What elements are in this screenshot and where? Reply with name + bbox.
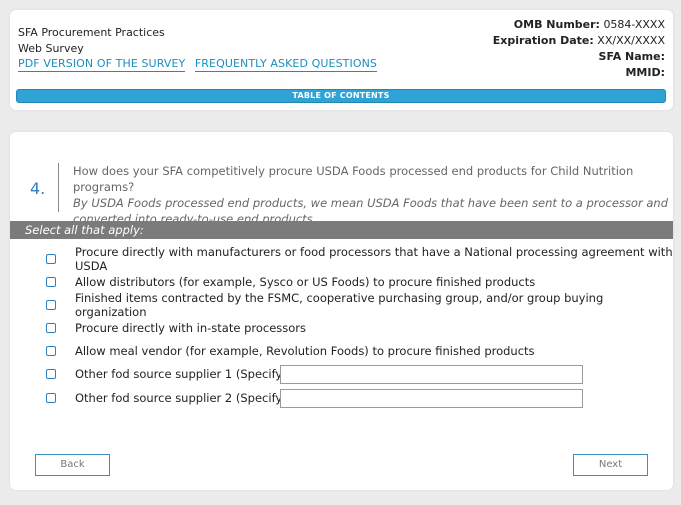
header-panel: SFA Procurement Practices Web Survey PDF… <box>10 10 673 110</box>
survey-subtitle: Web Survey <box>18 42 84 55</box>
pdf-version-link[interactable]: PDF VERSION OF THE SURVEY <box>18 57 186 72</box>
checkbox[interactable] <box>46 254 56 264</box>
option-row-other-1[interactable]: Other fod source supplier 1 (Specify): <box>46 364 291 384</box>
select-all-instruction: Select all that apply: <box>10 221 673 239</box>
table-of-contents-button[interactable]: TABLE OF CONTENTS <box>16 89 666 103</box>
checkbox[interactable] <box>46 346 56 356</box>
option-label[interactable]: Procure directly with manufacturers or f… <box>75 245 673 273</box>
option-label[interactable]: Other fod source supplier 1 (Specify): <box>75 367 291 381</box>
checkbox[interactable] <box>46 393 56 403</box>
question-text: How does your SFA competitively procure … <box>73 164 634 194</box>
option-row[interactable]: Procure directly with manufacturers or f… <box>46 245 673 273</box>
option-row[interactable]: Procure directly with in-state processor… <box>46 318 306 338</box>
mmid-row: MMID: <box>493 65 665 81</box>
option-label[interactable]: Allow distributors (for example, Sysco o… <box>75 275 535 289</box>
omb-number-value: 0584-XXXX <box>603 18 665 31</box>
question-panel: 4. How does your SFA competitively procu… <box>10 132 673 490</box>
option-label[interactable]: Other fod source supplier 2 (Specify): <box>75 391 291 405</box>
option-label[interactable]: Procure directly with in-state processor… <box>75 321 306 335</box>
checkbox[interactable] <box>46 300 56 310</box>
faq-link[interactable]: FREQUENTLY ASKED QUESTIONS <box>194 57 377 72</box>
survey-title: SFA Procurement Practices <box>18 26 165 39</box>
sfa-name-label: SFA Name: <box>598 50 665 63</box>
other-supplier-2-input[interactable] <box>280 389 583 408</box>
survey-meta: OMB Number: 0584-XXXX Expiration Date: X… <box>493 17 665 81</box>
expiration-date-label: Expiration Date: <box>492 34 594 47</box>
checkbox[interactable] <box>46 369 56 379</box>
sfa-name-row: SFA Name: <box>493 49 665 65</box>
option-row[interactable]: Allow distributors (for example, Sysco o… <box>46 272 535 292</box>
question-text-block: How does your SFA competitively procure … <box>73 163 668 227</box>
omb-number-label: OMB Number: <box>513 18 600 31</box>
mmid-label: MMID: <box>625 66 665 79</box>
option-row[interactable]: Allow meal vendor (for example, Revoluti… <box>46 341 535 361</box>
expiration-date-row: Expiration Date: XX/XX/XXXX <box>493 33 665 49</box>
option-label[interactable]: Finished items contracted by the FSMC, c… <box>75 291 673 319</box>
next-button[interactable]: Next <box>573 454 648 476</box>
option-label[interactable]: Allow meal vendor (for example, Revoluti… <box>75 344 535 358</box>
question-divider <box>58 163 59 212</box>
question-number: 4. <box>30 179 46 198</box>
checkbox[interactable] <box>46 323 56 333</box>
option-row[interactable]: Finished items contracted by the FSMC, c… <box>46 291 673 319</box>
expiration-date-value: XX/XX/XXXX <box>597 34 665 47</box>
back-button[interactable]: Back <box>35 454 110 476</box>
checkbox[interactable] <box>46 277 56 287</box>
header-links: PDF VERSION OF THE SURVEY FREQUENTLY ASK… <box>18 57 383 72</box>
other-supplier-1-input[interactable] <box>280 365 583 384</box>
option-row-other-2[interactable]: Other fod source supplier 2 (Specify): <box>46 388 291 408</box>
omb-number-row: OMB Number: 0584-XXXX <box>493 17 665 33</box>
